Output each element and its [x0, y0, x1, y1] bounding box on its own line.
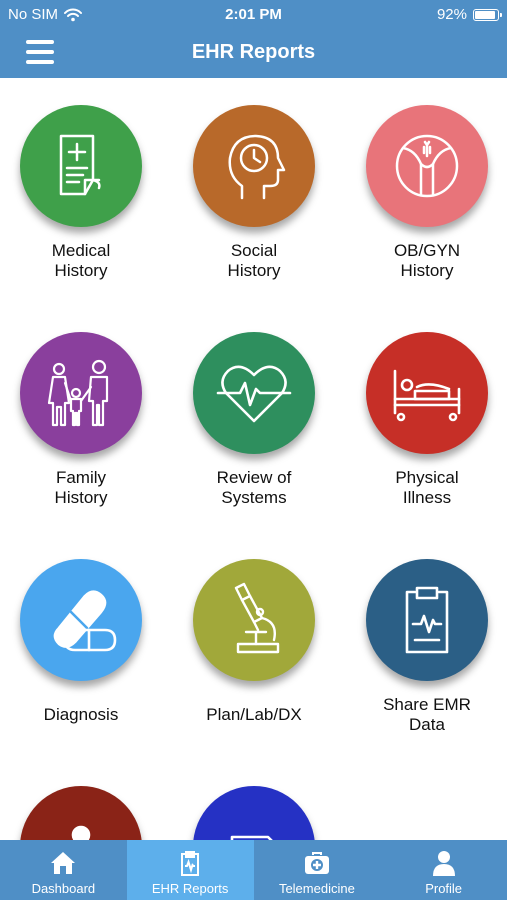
battery-group: 92% — [436, 6, 502, 23]
tab-bar: Dashboard EHR Reports Telemedicine Profi… — [0, 840, 507, 900]
tab-label: Dashboard — [31, 881, 96, 896]
report-grid: Medical History Social History OB/GYN Hi… — [0, 78, 507, 840]
tile-circle — [366, 559, 488, 681]
tile-circle — [366, 105, 488, 227]
tile-circle — [366, 332, 488, 454]
tile-review-of-systems[interactable]: Review of Systems — [169, 332, 339, 508]
tile-plan-lab-dx[interactable]: Plan/Lab/DX — [169, 559, 339, 725]
tile-circle — [193, 332, 315, 454]
document-icon — [230, 835, 273, 840]
uterus-icon — [395, 134, 459, 198]
tile-circle — [193, 786, 315, 840]
medical-document-icon — [59, 134, 101, 196]
tile-diagnosis[interactable]: Diagnosis — [0, 559, 166, 725]
tile-label: Review of Systems — [216, 468, 292, 507]
tile-label: OB/GYN History — [393, 241, 461, 280]
clipboard-icon — [181, 851, 200, 876]
tile-label: Medical History — [51, 241, 111, 280]
top-bar: No SIM 2:01 PM 92% EHR Reports — [0, 0, 507, 78]
tile-social-history[interactable]: Social History — [169, 105, 339, 281]
head-clock-icon — [228, 134, 286, 200]
heart-pulse-icon — [216, 365, 292, 423]
battery-percent: 92% — [436, 6, 467, 23]
tab-label: EHR Reports — [151, 881, 229, 896]
clipboard-pulse-icon — [405, 586, 449, 654]
tile-partial-center[interactable] — [169, 786, 339, 840]
tile-label: Social History — [227, 241, 281, 280]
tile-circle — [20, 105, 142, 227]
status-time: 2:01 PM — [225, 6, 282, 23]
tile-label: Share EMR Data — [383, 695, 471, 734]
tab-label: Profile — [425, 881, 463, 896]
tile-circle — [193, 559, 315, 681]
tile-label: Diagnosis — [43, 705, 119, 724]
medical-kit-icon — [304, 852, 329, 874]
person-icon — [71, 825, 91, 840]
tile-physical-illness[interactable]: Physical Illness — [342, 332, 507, 508]
home-icon — [51, 852, 76, 874]
battery-fill — [475, 10, 496, 19]
capsule-icon — [53, 590, 117, 652]
tab-ehr-reports[interactable]: EHR Reports — [126, 840, 254, 900]
status-bar: No SIM 2:01 PM 92% — [0, 0, 507, 30]
tile-label: Plan/Lab/DX — [206, 705, 302, 724]
user-icon — [432, 851, 455, 876]
tile-label: Physical Illness — [395, 468, 459, 507]
tile-partial-left[interactable] — [0, 786, 166, 840]
nav-bar: EHR Reports — [0, 30, 507, 78]
tile-circle — [20, 559, 142, 681]
page-title: EHR Reports — [191, 41, 316, 63]
tile-circle — [193, 105, 315, 227]
microscope-icon — [234, 582, 280, 654]
tab-telemedicine[interactable]: Telemedicine — [254, 840, 381, 900]
battery-icon — [473, 8, 502, 21]
tile-circle — [20, 332, 142, 454]
family-icon — [47, 359, 109, 427]
tab-label: Telemedicine — [278, 881, 355, 896]
hospital-bed-icon — [393, 369, 461, 422]
tile-family-history[interactable]: Family History — [0, 332, 166, 508]
tile-label: Family History — [54, 468, 108, 507]
tile-circle — [20, 786, 142, 840]
tab-profile[interactable]: Profile — [380, 840, 507, 900]
tile-medical-history[interactable]: Medical History — [0, 105, 166, 281]
tile-obgyn-history[interactable]: OB/GYN History — [342, 105, 507, 281]
tile-share-emr-data[interactable]: Share EMR Data — [342, 559, 507, 735]
tab-dashboard[interactable]: Dashboard — [0, 840, 127, 900]
